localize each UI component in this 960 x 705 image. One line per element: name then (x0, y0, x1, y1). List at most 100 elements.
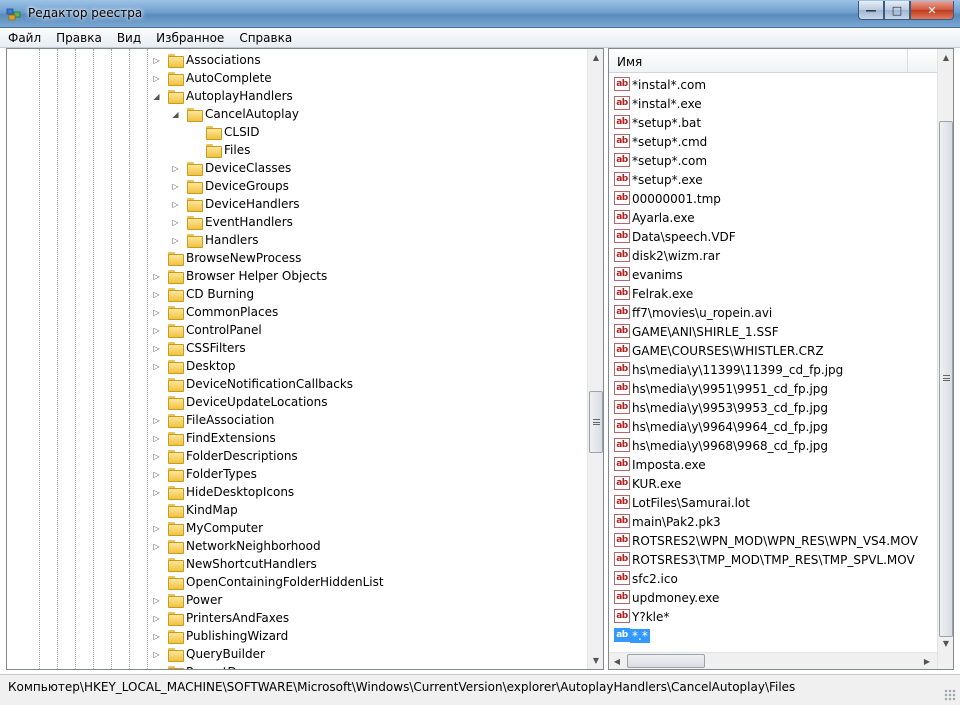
value-row[interactable]: ab hs\media\y\11399\11399_cd_fp.jpg (609, 360, 937, 379)
tree-item[interactable]: ▷ AutoComplete (7, 69, 587, 87)
tree-item[interactable]: OpenContainingFolderHiddenList (7, 573, 587, 591)
value-row[interactable]: ab KUR.exe (609, 474, 937, 493)
value-row[interactable]: ab main\Pak2.pk3 (609, 512, 937, 531)
values-vertical-scrollbar[interactable]: ▲ ▼ (937, 49, 953, 669)
expand-arrow-icon[interactable]: ▷ (152, 614, 161, 623)
collapse-arrow-icon[interactable]: ◢ (152, 92, 161, 101)
tree-item[interactable]: ▷ PrintersAndFaxes (7, 609, 587, 627)
value-row[interactable]: ab *setup*.bat (609, 113, 937, 132)
menu-edit[interactable]: Правка (48, 28, 109, 47)
expand-arrow-icon[interactable]: ▷ (152, 290, 161, 299)
tree-item[interactable]: ▷ Browser Helper Objects (7, 267, 587, 285)
value-row[interactable]: ab ROTSRES3\TMP_MOD\TMP_RES\TMP_SPVL.MOV (609, 550, 937, 569)
value-row[interactable]: ab LotFiles\Samurai.lot (609, 493, 937, 512)
menu-file[interactable]: Файл (0, 28, 48, 47)
value-row[interactable]: ab *instal*.com (609, 75, 937, 94)
value-row[interactable]: ab *setup*.exe (609, 170, 937, 189)
value-row[interactable]: ab ROTSRES2\WPN_MOD\WPN_RES\WPN_VS4.MOV (609, 531, 937, 550)
tree-item[interactable]: ◢ CancelAutoplay (7, 105, 587, 123)
values-scroll-thumb[interactable] (939, 121, 953, 637)
value-row[interactable]: ab *setup*.cmd (609, 132, 937, 151)
tree-scroll-up-arrow[interactable]: ▲ (588, 49, 603, 66)
value-row[interactable]: ab hs\media\y\9951\9951_cd_fp.jpg (609, 379, 937, 398)
values-scroll-right-arrow[interactable]: ▶ (919, 653, 935, 669)
tree-item[interactable]: BrowseNewProcess (7, 249, 587, 267)
tree-item[interactable]: ▷ RecentDocs (7, 663, 587, 669)
close-button[interactable]: ✕ (910, 1, 954, 20)
menu-favorites[interactable]: Избранное (148, 28, 231, 47)
tree-item[interactable]: ▷ FileAssociation (7, 411, 587, 429)
column-header-name[interactable]: Имя (609, 49, 937, 73)
value-row[interactable]: ab updmoney.exe (609, 588, 937, 607)
tree-item[interactable]: CLSID (7, 123, 587, 141)
minimize-button[interactable]: — (858, 1, 884, 20)
tree-item[interactable]: ▷ CSSFilters (7, 339, 587, 357)
expand-arrow-icon[interactable]: ▷ (152, 326, 161, 335)
expand-arrow-icon[interactable]: ▷ (152, 452, 161, 461)
value-row[interactable]: ab sfc2.ico (609, 569, 937, 588)
value-row[interactable]: ab ff7\movies\u_ropein.avi (609, 303, 937, 322)
collapse-arrow-icon[interactable]: ◢ (171, 110, 180, 119)
menu-help[interactable]: Справка (231, 28, 299, 47)
values-hscroll-thumb[interactable] (627, 654, 705, 668)
maximize-button[interactable]: □ (884, 1, 910, 20)
tree-item[interactable]: ▷ PublishingWizard (7, 627, 587, 645)
tree-item[interactable]: ▷ HideDesktopIcons (7, 483, 587, 501)
expand-arrow-icon[interactable]: ▷ (152, 308, 161, 317)
expand-arrow-icon[interactable]: ▷ (171, 218, 180, 227)
value-row[interactable]: ab *setup*.com (609, 151, 937, 170)
tree-item[interactable]: ▷ DeviceClasses (7, 159, 587, 177)
expand-arrow-icon[interactable]: ▷ (152, 470, 161, 479)
expand-arrow-icon[interactable]: ▷ (171, 164, 180, 173)
tree-item[interactable]: ▷ MyComputer (7, 519, 587, 537)
tree-item[interactable]: ▷ Desktop (7, 357, 587, 375)
tree-vertical-scrollbar[interactable]: ▲ ▼ (587, 49, 603, 669)
tree-item[interactable]: KindMap (7, 501, 587, 519)
expand-arrow-icon[interactable]: ▷ (152, 74, 161, 83)
value-row[interactable]: ab evanims (609, 265, 937, 284)
expand-arrow-icon[interactable]: ▷ (152, 416, 161, 425)
expand-arrow-icon[interactable]: ▷ (171, 182, 180, 191)
values-pane[interactable]: Имя ab *instal*.com ab *instal*.exe ab *setup… (608, 48, 954, 670)
value-row[interactable]: ab *instal*.exe (609, 94, 937, 113)
expand-arrow-icon[interactable]: ▷ (152, 434, 161, 443)
expand-arrow-icon[interactable]: ▷ (152, 632, 161, 641)
resize-grip[interactable] (944, 689, 956, 701)
menu-view[interactable]: Вид (109, 28, 148, 47)
value-row[interactable]: ab GAME\ANI\SHIRLE_1.SSF (609, 322, 937, 341)
tree-item[interactable]: ▷ QueryBuilder (7, 645, 587, 663)
values-scroll-up-arrow[interactable]: ▲ (938, 49, 953, 66)
tree-scroll-down-arrow[interactable]: ▼ (588, 652, 603, 669)
tree-scroll-thumb[interactable] (589, 391, 603, 453)
expand-arrow-icon[interactable]: ▷ (152, 650, 161, 659)
tree-item[interactable]: ▷ ControlPanel (7, 321, 587, 339)
tree-item[interactable]: DeviceUpdateLocations (7, 393, 587, 411)
values-scroll-left-arrow[interactable]: ◀ (609, 653, 625, 669)
value-row[interactable]: ab 00000001.tmp (609, 189, 937, 208)
expand-arrow-icon[interactable]: ▷ (152, 596, 161, 605)
expand-arrow-icon[interactable]: ▷ (152, 344, 161, 353)
value-row[interactable]: ab Data\speech.VDF (609, 227, 937, 246)
value-row[interactable]: ab Y?kle* (609, 607, 937, 626)
value-row[interactable]: ab Felrak.exe (609, 284, 937, 303)
tree-item[interactable]: ▷ FolderTypes (7, 465, 587, 483)
tree-item[interactable]: Files (7, 141, 587, 159)
tree-item[interactable]: ▷ CD Burning (7, 285, 587, 303)
tree-item[interactable]: ▷ NetworkNeighborhood (7, 537, 587, 555)
expand-arrow-icon[interactable]: ▷ (152, 56, 161, 65)
expand-arrow-icon[interactable]: ▷ (171, 200, 180, 209)
value-row[interactable]: ab hs\media\y\9953\9953_cd_fp.jpg (609, 398, 937, 417)
tree-item[interactable]: ▷ DeviceHandlers (7, 195, 587, 213)
tree-item[interactable]: ▷ Handlers (7, 231, 587, 249)
value-row[interactable]: ab hs\media\y\9964\9964_cd_fp.jpg (609, 417, 937, 436)
expand-arrow-icon[interactable]: ▷ (152, 488, 161, 497)
expand-arrow-icon[interactable]: ▷ (171, 236, 180, 245)
tree-item[interactable]: ▷ Power (7, 591, 587, 609)
tree-item[interactable]: ▷ FindExtensions (7, 429, 587, 447)
value-row[interactable]: ab disk2\wizm.rar (609, 246, 937, 265)
key-tree-pane[interactable]: ▷ Associations ▷ AutoComplete ◢ AutoplayHandl… (6, 48, 604, 670)
expand-arrow-icon[interactable]: ▷ (152, 272, 161, 281)
expand-arrow-icon[interactable]: ▷ (152, 668, 161, 669)
value-row[interactable]: ab hs\media\y\9968\9968_cd_fp.jpg (609, 436, 937, 455)
tree-item[interactable]: ▷ FolderDescriptions (7, 447, 587, 465)
